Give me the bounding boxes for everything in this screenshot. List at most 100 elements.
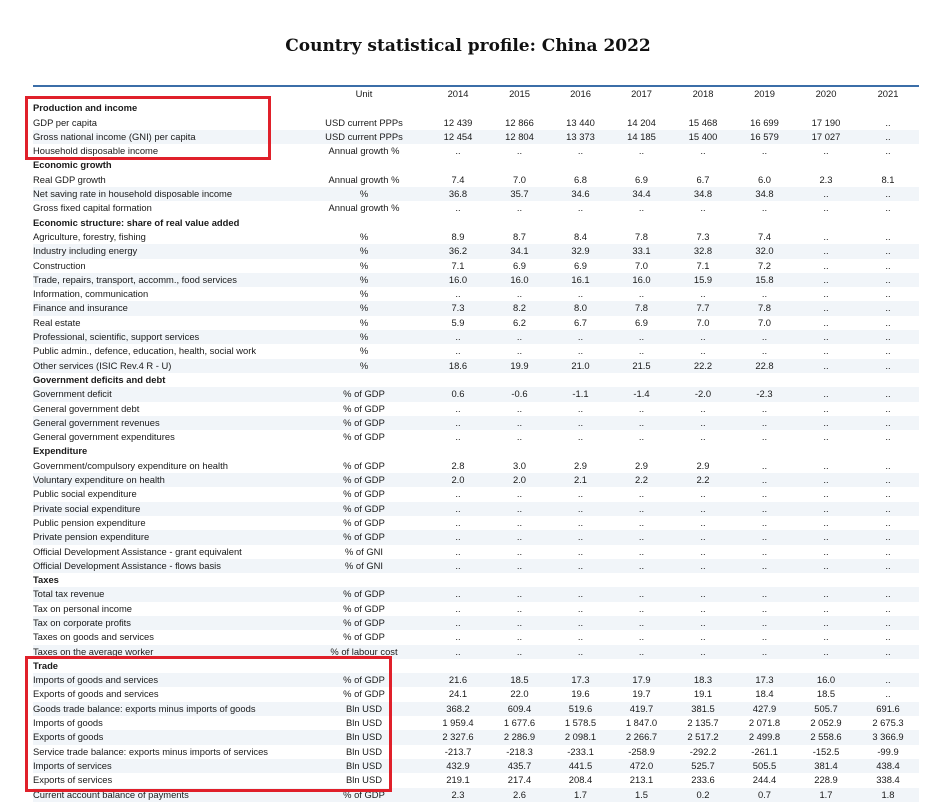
value-cell: 34.4	[611, 187, 672, 202]
value-cell: -258.9	[628, 745, 655, 757]
unit-cell: USD current PPPs	[301, 129, 427, 145]
value-cell: 213.1	[629, 774, 654, 786]
value-cell: ..	[577, 516, 584, 528]
value-cell: ..	[638, 145, 645, 157]
value-cell: 7.7	[672, 301, 734, 316]
value-cell: 6.2	[512, 316, 527, 328]
value-cell: ..	[489, 615, 550, 631]
section-row: Trade	[33, 658, 919, 674]
table-row: Current account balance of payments% of …	[33, 787, 919, 802]
value-cell: 8.2	[489, 301, 550, 316]
indicator-label: Net saving rate in household disposable …	[33, 187, 301, 202]
value-cell: 208.4	[568, 774, 593, 786]
indicator-label: Private pension expenditure	[33, 530, 301, 545]
value-cell: -2.0	[672, 387, 734, 402]
value-cell: 7.8	[734, 301, 795, 316]
value-cell: ..	[550, 415, 611, 431]
unit-cell: % of GDP	[301, 415, 427, 431]
unit-cell: Bln USD	[301, 730, 427, 745]
indicator-label: Public admin., defence, education, healt…	[33, 345, 257, 357]
unit-cell: % of GDP	[301, 387, 427, 402]
value-cell: 432.9	[427, 758, 489, 774]
value-cell: 17.9	[611, 673, 672, 688]
unit-cell: % of labour cost	[301, 644, 427, 659]
unit-cell: % of GNI	[344, 545, 384, 557]
value-cell: 2 517.2	[672, 730, 734, 745]
value-cell: ..	[857, 272, 919, 288]
value-cell: ..	[795, 501, 857, 516]
value-cell: ..	[795, 301, 857, 316]
value-cell: -0.6	[489, 387, 550, 402]
value-cell: ..	[577, 602, 584, 614]
value-cell: ..	[885, 259, 891, 271]
year-column-header: 2016	[570, 88, 591, 99]
table-row: Official Development Assistance - flows …	[33, 558, 919, 574]
value-cell: 1.7	[795, 787, 857, 802]
indicator-label: Public pension expenditure	[33, 516, 146, 528]
value-cell: ..	[761, 602, 768, 614]
indicator-label: Industry including energy	[33, 244, 301, 259]
value-cell: 217.4	[507, 774, 532, 786]
unit-cell: % of GDP	[301, 530, 427, 545]
unit-cell: % of GDP	[343, 459, 385, 471]
unit-cell: % of GDP	[343, 602, 385, 614]
value-cell: ..	[857, 387, 919, 402]
unit-cell: % of GDP	[343, 516, 385, 528]
value-cell: ..	[857, 129, 919, 145]
indicator-label: General government expenditures	[33, 431, 175, 443]
value-cell: ..	[577, 402, 584, 414]
value-cell: ..	[577, 202, 584, 214]
value-cell: 34.1	[489, 244, 550, 259]
unit-cell: USD current PPPs	[325, 116, 403, 128]
indicator-label: Tax on corporate profits	[33, 615, 301, 631]
unit-cell: Bln USD	[346, 717, 382, 729]
value-cell: ..	[577, 345, 584, 357]
table-row: Professional, scientific, support servic…	[33, 330, 919, 345]
table-row: Government deficit% of GDP 0.6 -0.6 -1.1 -1.…	[33, 387, 919, 402]
indicator-label: Taxes on the average worker	[33, 644, 301, 659]
value-cell: 14 185	[611, 129, 672, 145]
value-cell: ..	[761, 402, 768, 414]
value-cell: ..	[885, 145, 891, 157]
value-cell: ..	[857, 301, 919, 316]
unit-cell: % of GDP	[301, 615, 427, 631]
value-cell: ..	[672, 558, 734, 574]
value-cell: 505.5	[734, 758, 795, 774]
value-cell: 338.4	[876, 774, 900, 786]
value-cell: 1.5	[611, 787, 672, 802]
value-cell: ..	[489, 501, 550, 516]
value-cell: 15.9	[672, 272, 734, 288]
value-cell: 6.7	[696, 173, 710, 185]
value-cell: 0.2	[672, 787, 734, 802]
value-cell: 7.2	[757, 259, 772, 271]
value-cell: ..	[516, 602, 523, 614]
value-cell: 0.6	[427, 387, 489, 402]
value-cell: ..	[885, 459, 891, 471]
value-cell: ..	[611, 558, 672, 574]
table-row: Imports of goods and services% of GDP 21.…	[33, 673, 919, 688]
value-cell: ..	[857, 358, 919, 373]
value-cell: ..	[638, 545, 645, 557]
value-cell: ..	[489, 587, 550, 602]
value-cell: 472.0	[611, 758, 672, 774]
indicator-label: Imports of services	[33, 758, 301, 774]
unit-cell: Bln USD	[346, 774, 382, 786]
value-cell: ..	[734, 558, 795, 574]
value-cell: ..	[795, 187, 857, 202]
table-row: Official Development Assistance - grant …	[33, 545, 919, 559]
value-cell: 2.9	[696, 459, 710, 471]
value-cell: ..	[489, 644, 550, 659]
value-cell: ..	[857, 244, 919, 259]
table-row: General government revenues% of GDP.....…	[33, 415, 919, 431]
value-cell: ..	[700, 545, 706, 557]
value-cell: 13 373	[550, 129, 611, 145]
indicator-label: Gross fixed capital formation	[33, 202, 152, 214]
value-cell: ..	[672, 330, 734, 345]
value-cell: ..	[638, 516, 645, 528]
unit-cell: % of GDP	[343, 402, 385, 414]
table-row: General government debt % of GDP.........…	[33, 402, 919, 416]
value-cell: -213.7	[444, 745, 472, 757]
year-column-header: 2018	[692, 88, 714, 99]
value-cell: ..	[700, 288, 706, 300]
value-cell: 19.9	[489, 358, 550, 373]
